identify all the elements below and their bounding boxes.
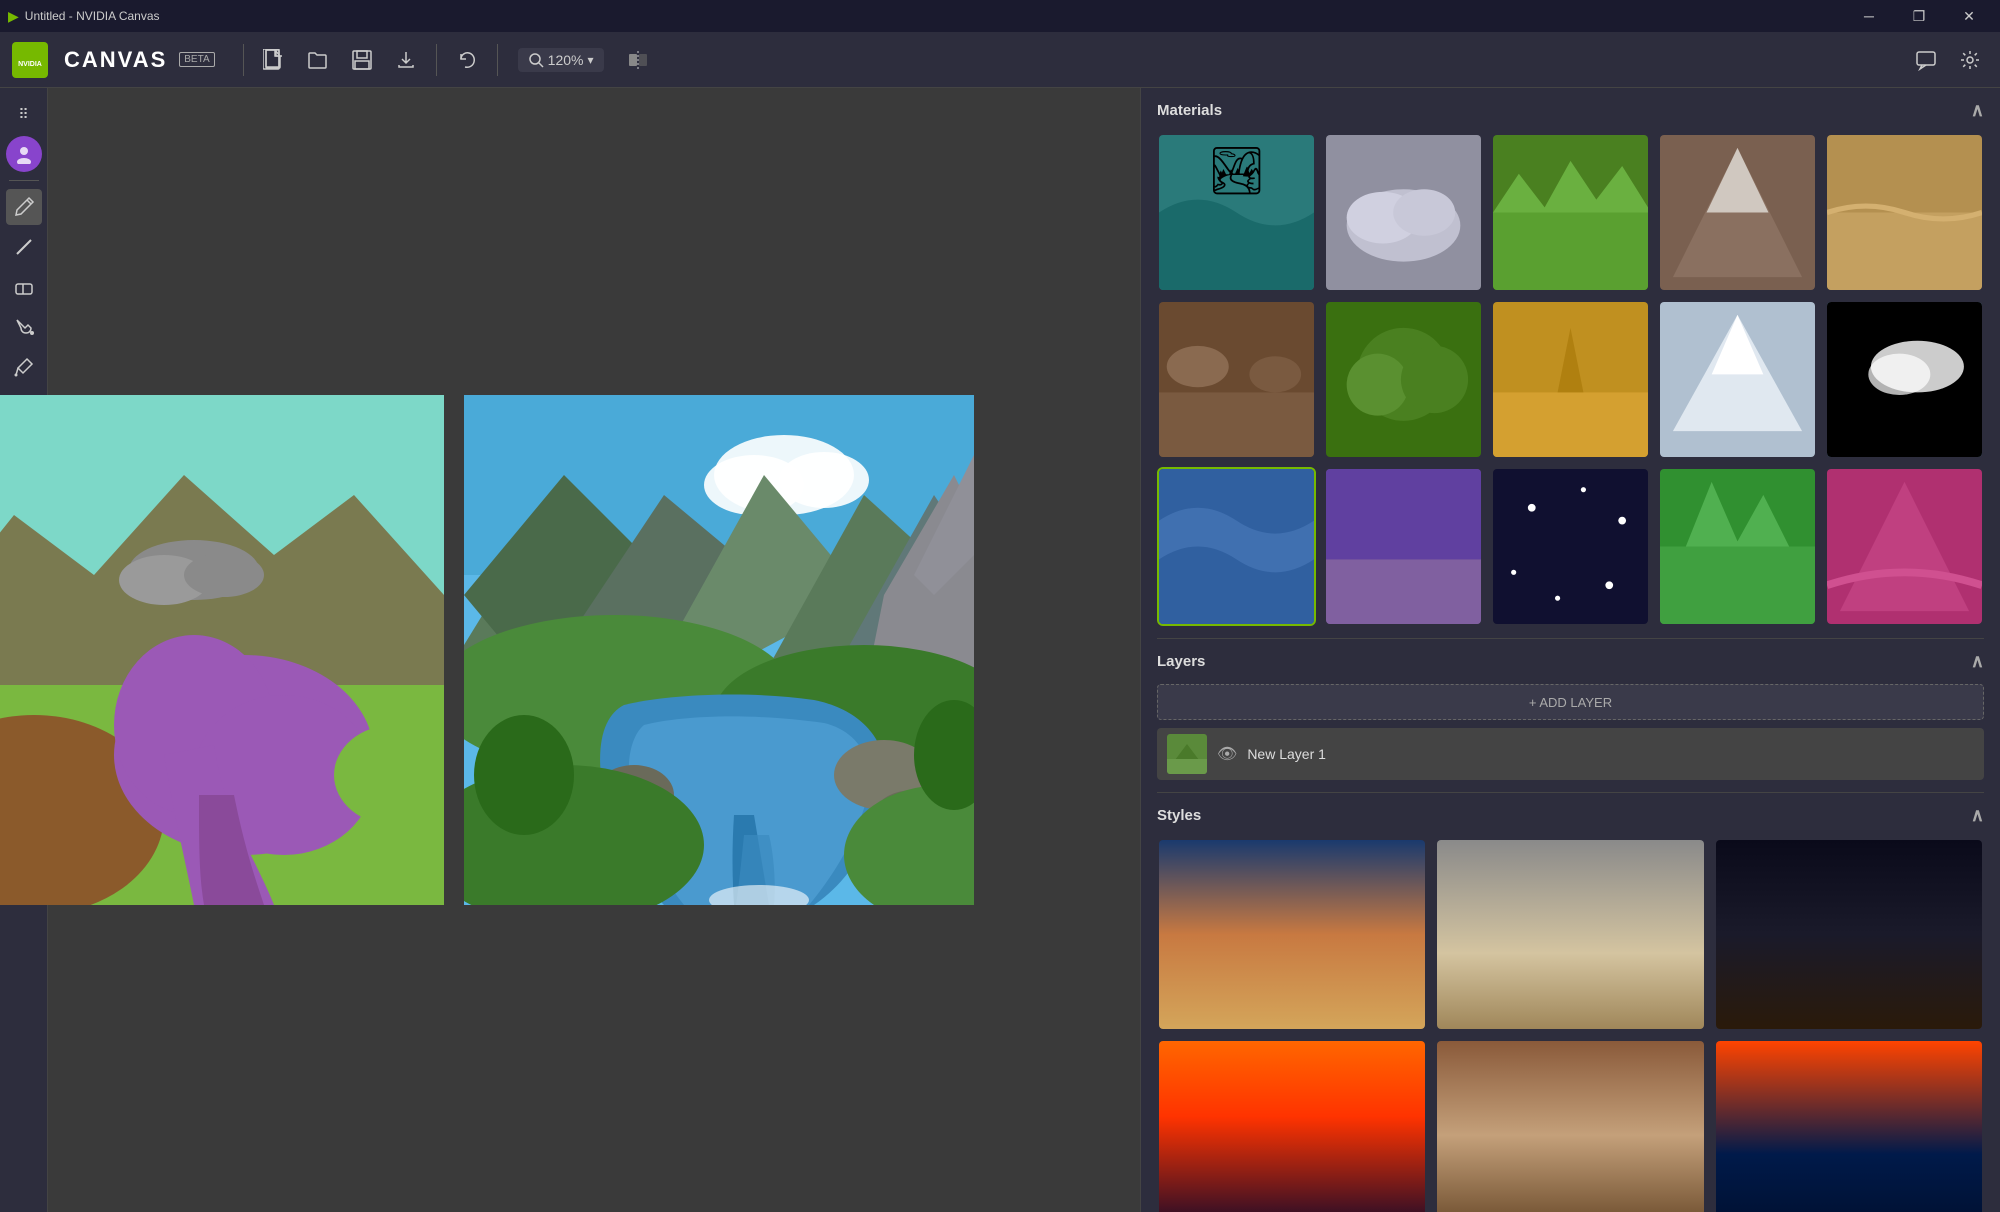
- svg-text:NVIDIA: NVIDIA: [18, 61, 42, 68]
- material-foliage[interactable]: [1324, 300, 1483, 459]
- layer-thumbnail: [1167, 734, 1207, 774]
- zoom-dropdown-icon: ▾: [587, 53, 593, 67]
- beta-badge: BETA: [179, 52, 214, 67]
- chat-button[interactable]: [1908, 42, 1944, 78]
- canvas-area: [48, 88, 860, 1212]
- zoom-control[interactable]: 120% ▾: [518, 48, 604, 72]
- material-purple-sky[interactable]: [1324, 467, 1483, 626]
- layer-item[interactable]: 👁 New Layer 1: [1157, 728, 1984, 780]
- export-button[interactable]: [388, 42, 424, 78]
- materials-title: Materials: [1157, 102, 1222, 119]
- open-file-button[interactable]: [300, 42, 336, 78]
- styles-header: Styles ∧: [1157, 805, 1984, 826]
- material-mountain[interactable]: [1658, 133, 1817, 292]
- style-mountain-blue[interactable]: [1157, 838, 1427, 1031]
- user-avatar[interactable]: [6, 136, 42, 172]
- layers-collapse[interactable]: ∧: [1971, 651, 1984, 672]
- material-cloud[interactable]: [1324, 133, 1483, 292]
- layers-header: Layers ∧: [1157, 651, 1984, 672]
- sketch-canvas[interactable]: [0, 395, 444, 905]
- material-stars[interactable]: [1491, 467, 1650, 626]
- materials-header: Materials ∧: [1157, 100, 1984, 121]
- toolbar-separator-3: [497, 44, 498, 76]
- material-grass[interactable]: [1491, 133, 1650, 292]
- style-night[interactable]: [1714, 838, 1984, 1031]
- styles-title: Styles: [1157, 807, 1201, 824]
- add-layer-button[interactable]: + ADD LAYER: [1157, 684, 1984, 720]
- layers-title: Layers: [1157, 653, 1205, 670]
- brush-tool[interactable]: [6, 189, 42, 225]
- new-file-button[interactable]: [256, 42, 292, 78]
- toolbar-separator-1: [243, 44, 244, 76]
- layers-section: Layers ∧ + ADD LAYER 👁 New Layer 1: [1141, 639, 2000, 792]
- photo-canvas[interactable]: [464, 395, 974, 905]
- canvas-wrapper: [0, 375, 994, 925]
- layer-visibility-toggle[interactable]: 👁: [1217, 744, 1237, 764]
- eraser-tool[interactable]: [6, 269, 42, 305]
- restore-button[interactable]: ❐: [1896, 0, 1942, 32]
- materials-grid: 🏞: [1157, 133, 1984, 626]
- material-tropical[interactable]: [1491, 300, 1650, 459]
- material-sky[interactable]: [1825, 300, 1984, 459]
- svg-text:🏞: 🏞: [1207, 145, 1266, 197]
- material-waves[interactable]: [1157, 467, 1316, 626]
- material-sand[interactable]: [1825, 133, 1984, 292]
- grid-button[interactable]: ⠿: [6, 96, 42, 132]
- flip-button[interactable]: [620, 42, 656, 78]
- style-sunset-mountains[interactable]: [1157, 1039, 1427, 1212]
- material-water[interactable]: 🏞: [1157, 133, 1316, 292]
- titlebar-text: Untitled - NVIDIA Canvas: [25, 9, 1846, 23]
- zoom-value: 120%: [548, 52, 584, 68]
- app-icon: ▶: [8, 8, 19, 25]
- app-name: CANVAS: [64, 47, 167, 73]
- materials-section: Materials ∧ 🏞: [1141, 88, 2000, 638]
- right-panel: Materials ∧ 🏞: [1140, 88, 2000, 1212]
- main-toolbar: NVIDIA CANVAS BETA: [0, 32, 2000, 88]
- fill-tool[interactable]: [6, 309, 42, 345]
- close-button[interactable]: ✕: [1946, 0, 1992, 32]
- material-pink[interactable]: [1825, 467, 1984, 626]
- toolbar-separator-2: [436, 44, 437, 76]
- styles-section: Styles ∧: [1141, 793, 2000, 1212]
- style-ocean-sunset[interactable]: [1714, 1039, 1984, 1212]
- tool-sep-1: [9, 180, 39, 181]
- save-file-button[interactable]: [344, 42, 380, 78]
- settings-button[interactable]: [1952, 42, 1988, 78]
- undo-button[interactable]: [449, 42, 485, 78]
- style-rocky[interactable]: [1435, 1039, 1705, 1212]
- styles-grid: [1157, 838, 1984, 1212]
- nvidia-logo: NVIDIA: [12, 42, 48, 78]
- styles-collapse[interactable]: ∧: [1971, 805, 1984, 826]
- style-storm-desert[interactable]: [1435, 838, 1705, 1031]
- layer-name: New Layer 1: [1247, 746, 1974, 762]
- window-controls: ─ ❐ ✕: [1846, 0, 1992, 32]
- material-green[interactable]: [1658, 467, 1817, 626]
- line-tool[interactable]: [6, 229, 42, 265]
- minimize-button[interactable]: ─: [1846, 0, 1892, 32]
- titlebar: ▶ Untitled - NVIDIA Canvas ─ ❐ ✕: [0, 0, 2000, 32]
- materials-collapse[interactable]: ∧: [1971, 100, 1984, 121]
- toolbar-right: [1908, 42, 1988, 78]
- material-snow[interactable]: [1658, 300, 1817, 459]
- material-dirt[interactable]: [1157, 300, 1316, 459]
